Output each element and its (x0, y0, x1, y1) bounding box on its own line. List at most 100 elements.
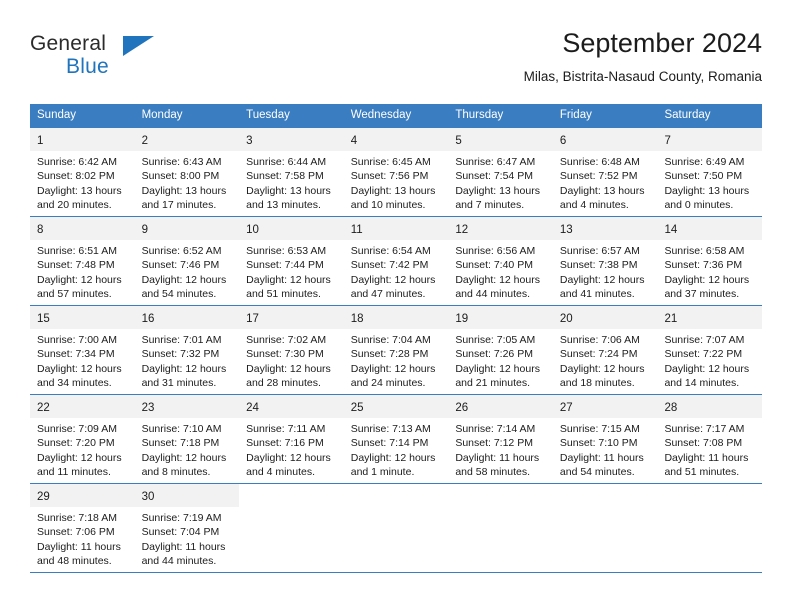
week-row: 22 Sunrise: 7:09 AM Sunset: 7:20 PM Dayl… (30, 394, 763, 483)
day-cell[interactable]: 10 Sunrise: 6:53 AM Sunset: 7:44 PM Dayl… (239, 217, 344, 305)
day-cell[interactable]: 20 Sunrise: 7:06 AM Sunset: 7:24 PM Dayl… (552, 306, 658, 394)
sunrise-line: Sunrise: 6:54 AM (350, 245, 431, 257)
day-cell[interactable]: 30 Sunrise: 7:19 AM Sunset: 7:04 PM Dayl… (134, 484, 240, 572)
daylight-line-2: and 47 minutes. (350, 287, 426, 300)
sunrise-line: Sunrise: 7:05 AM (455, 334, 536, 346)
day-number: 8 (37, 224, 44, 236)
day-info: Sunrise: 6:48 AM Sunset: 7:52 PM Dayligh… (553, 151, 658, 212)
sunrise-line: Sunrise: 7:18 AM (37, 512, 117, 524)
day-number-band: 5 (448, 128, 553, 151)
day-cell[interactable]: 5 Sunrise: 6:47 AM Sunset: 7:54 PM Dayli… (448, 128, 553, 216)
day-cell[interactable]: 3 Sunrise: 6:44 AM Sunset: 7:58 PM Dayli… (239, 128, 344, 216)
day-cell[interactable]: 11 Sunrise: 6:54 AM Sunset: 7:42 PM Dayl… (343, 217, 449, 305)
day-number: 3 (246, 135, 253, 147)
daylight-line-1: Daylight: 12 hours (37, 273, 122, 286)
week-row: 15 Sunrise: 7:00 AM Sunset: 7:34 PM Dayl… (30, 305, 763, 394)
day-number: 18 (350, 313, 364, 325)
day-cell[interactable]: 18 Sunrise: 7:04 AM Sunset: 7:28 PM Dayl… (343, 306, 449, 394)
day-number-band: 29 (30, 484, 135, 507)
sunrise-line: Sunrise: 7:13 AM (350, 423, 431, 435)
day-info: Sunrise: 6:58 AM Sunset: 7:36 PM Dayligh… (657, 240, 762, 301)
page-title: September 2024 (562, 28, 762, 58)
day-cell[interactable]: 27 Sunrise: 7:15 AM Sunset: 7:10 PM Dayl… (552, 395, 658, 483)
daylight-line-1: Daylight: 11 hours (559, 451, 644, 464)
day-number: 21 (664, 313, 678, 325)
day-cell[interactable]: 12 Sunrise: 6:56 AM Sunset: 7:40 PM Dayl… (448, 217, 553, 305)
day-cell-empty (239, 484, 344, 572)
daylight-line-1: Daylight: 11 hours (664, 451, 749, 464)
day-cell[interactable]: 8 Sunrise: 6:51 AM Sunset: 7:48 PM Dayli… (30, 217, 135, 305)
day-cell[interactable]: 23 Sunrise: 7:10 AM Sunset: 7:18 PM Dayl… (134, 395, 240, 483)
day-cell[interactable]: 22 Sunrise: 7:09 AM Sunset: 7:20 PM Dayl… (30, 395, 135, 483)
day-number: 14 (664, 224, 678, 236)
daylight-line-1: Daylight: 12 hours (246, 273, 331, 286)
day-cell[interactable]: 26 Sunrise: 7:14 AM Sunset: 7:12 PM Dayl… (448, 395, 553, 483)
day-number-band: 23 (134, 395, 240, 418)
sunset-line: Sunset: 7:18 PM (141, 437, 220, 450)
day-info: Sunrise: 7:02 AM Sunset: 7:30 PM Dayligh… (239, 329, 344, 390)
sunrise-line: Sunrise: 7:15 AM (559, 423, 640, 435)
day-cell[interactable]: 13 Sunrise: 6:57 AM Sunset: 7:38 PM Dayl… (552, 217, 658, 305)
day-number: 12 (455, 224, 469, 236)
day-cell[interactable]: 24 Sunrise: 7:11 AM Sunset: 7:16 PM Dayl… (239, 395, 344, 483)
daylight-line-2: and 57 minutes. (37, 287, 112, 300)
day-cell[interactable]: 29 Sunrise: 7:18 AM Sunset: 7:06 PM Dayl… (30, 484, 135, 572)
day-cell-empty (552, 484, 658, 572)
day-number-band (552, 484, 658, 507)
day-cell[interactable]: 4 Sunrise: 6:45 AM Sunset: 7:56 PM Dayli… (343, 128, 449, 216)
daylight-line-2: and 4 minutes. (559, 198, 629, 211)
day-number: 11 (350, 224, 363, 236)
day-cell[interactable]: 25 Sunrise: 7:13 AM Sunset: 7:14 PM Dayl… (343, 395, 449, 483)
day-number-band: 21 (657, 306, 763, 329)
day-number: 17 (246, 313, 259, 325)
day-number-band: 22 (30, 395, 135, 418)
sunset-line: Sunset: 7:28 PM (350, 348, 429, 361)
day-number-band: 17 (239, 306, 344, 329)
daylight-line-2: and 8 minutes. (141, 465, 211, 478)
day-cell[interactable]: 2 Sunrise: 6:43 AM Sunset: 8:00 PM Dayli… (134, 128, 240, 216)
daylight-line-2: and 10 minutes. (350, 198, 426, 211)
day-number-band (448, 484, 553, 507)
day-info: Sunrise: 7:09 AM Sunset: 7:20 PM Dayligh… (30, 418, 135, 479)
day-number: 1 (37, 135, 44, 147)
sunrise-line: Sunrise: 6:49 AM (664, 156, 745, 168)
sunset-line: Sunset: 7:48 PM (37, 259, 115, 272)
day-number-band: 7 (657, 128, 763, 151)
day-cell[interactable]: 9 Sunrise: 6:52 AM Sunset: 7:46 PM Dayli… (134, 217, 240, 305)
day-cell[interactable]: 19 Sunrise: 7:05 AM Sunset: 7:26 PM Dayl… (448, 306, 553, 394)
daylight-line-2: and 28 minutes. (246, 376, 321, 389)
day-info: Sunrise: 7:06 AM Sunset: 7:24 PM Dayligh… (553, 329, 658, 390)
sunrise-line: Sunrise: 6:52 AM (141, 245, 222, 257)
sunset-line: Sunset: 7:52 PM (559, 170, 638, 183)
calendar-page: General Blue September 2024 Milas, Bistr… (0, 0, 792, 612)
sunrise-line: Sunrise: 7:11 AM (246, 423, 326, 435)
day-cell[interactable]: 28 Sunrise: 7:17 AM Sunset: 7:08 PM Dayl… (657, 395, 763, 483)
sunset-line: Sunset: 7:30 PM (246, 348, 324, 361)
day-info: Sunrise: 6:44 AM Sunset: 7:58 PM Dayligh… (239, 151, 344, 212)
day-cell[interactable]: 6 Sunrise: 6:48 AM Sunset: 7:52 PM Dayli… (552, 128, 658, 216)
day-cell[interactable]: 15 Sunrise: 7:00 AM Sunset: 7:34 PM Dayl… (30, 306, 135, 394)
day-cell[interactable]: 16 Sunrise: 7:01 AM Sunset: 7:32 PM Dayl… (134, 306, 240, 394)
sunset-line: Sunset: 7:04 PM (141, 526, 220, 539)
sunrise-line: Sunrise: 6:58 AM (664, 245, 745, 257)
daylight-line-2: and 20 minutes. (37, 198, 112, 211)
sunrise-line: Sunrise: 6:51 AM (37, 245, 117, 257)
day-cell[interactable]: 14 Sunrise: 6:58 AM Sunset: 7:36 PM Dayl… (657, 217, 763, 305)
day-number-band: 27 (552, 395, 658, 418)
day-cell[interactable]: 1 Sunrise: 6:42 AM Sunset: 8:02 PM Dayli… (30, 128, 135, 216)
sunrise-line: Sunrise: 6:42 AM (37, 156, 117, 168)
day-number-band: 12 (448, 217, 553, 240)
day-number: 20 (559, 313, 573, 325)
sunset-line: Sunset: 7:56 PM (350, 170, 429, 183)
day-number: 13 (559, 224, 573, 236)
day-number-band (343, 484, 449, 507)
sunset-line: Sunset: 7:32 PM (141, 348, 220, 361)
sunset-line: Sunset: 7:34 PM (37, 348, 115, 361)
day-info: Sunrise: 6:45 AM Sunset: 7:56 PM Dayligh… (344, 151, 449, 212)
sunset-line: Sunset: 7:14 PM (350, 437, 429, 450)
day-info: Sunrise: 6:56 AM Sunset: 7:40 PM Dayligh… (448, 240, 553, 301)
day-cell[interactable]: 21 Sunrise: 7:07 AM Sunset: 7:22 PM Dayl… (657, 306, 763, 394)
day-number-band: 10 (239, 217, 344, 240)
day-cell[interactable]: 7 Sunrise: 6:49 AM Sunset: 7:50 PM Dayli… (657, 128, 763, 216)
day-cell[interactable]: 17 Sunrise: 7:02 AM Sunset: 7:30 PM Dayl… (239, 306, 344, 394)
